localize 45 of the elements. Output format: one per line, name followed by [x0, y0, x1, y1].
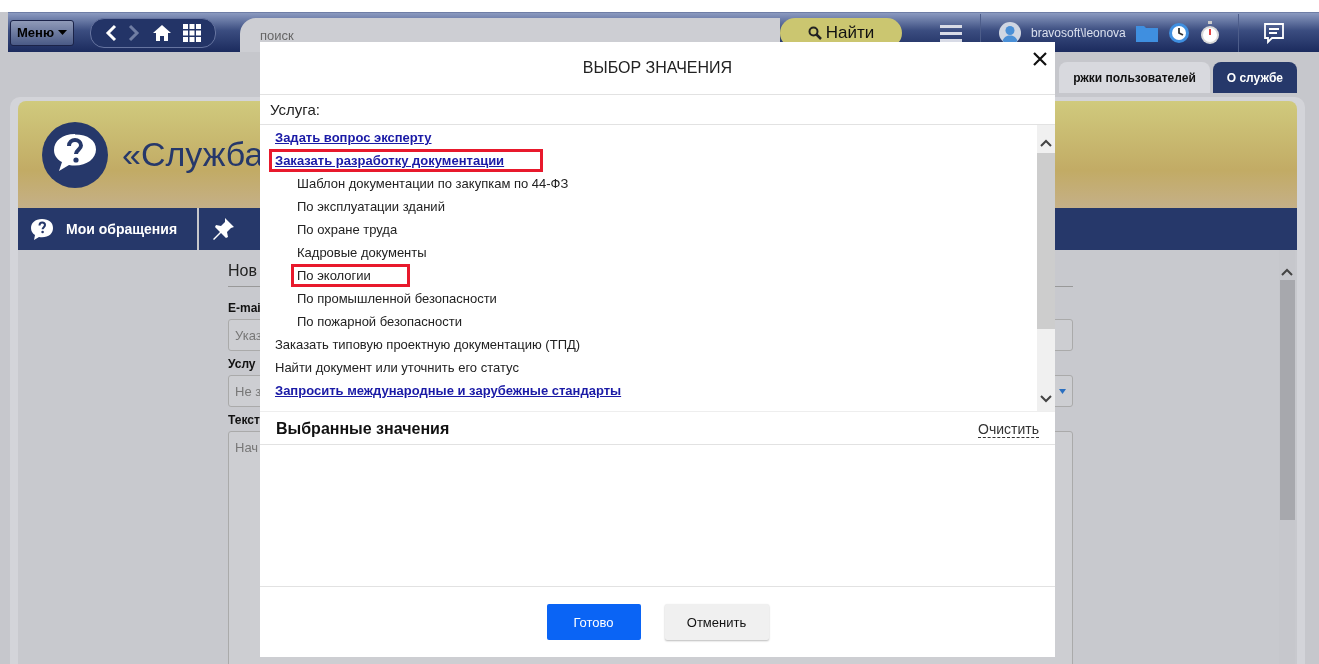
selected-values-title: Выбранные значения [276, 420, 450, 438]
dropdown-arrow-icon[interactable] [1059, 389, 1066, 394]
search-icon [807, 25, 822, 40]
option-item[interactable]: По пожарной безопасности [291, 310, 468, 333]
tab[interactable]: ржки пользователей [1059, 62, 1210, 93]
folder-icon[interactable] [1135, 23, 1158, 42]
clock-icon[interactable] [1167, 21, 1190, 44]
option-item[interactable]: Заказать типовую проектную документацию (ТПД) [269, 333, 587, 356]
pushpin-icon[interactable] [211, 217, 236, 241]
field-label: Услуга: [260, 95, 1055, 125]
option-item[interactable]: По промышленной безопасности [291, 287, 503, 310]
stopwatch-icon[interactable] [1199, 20, 1220, 45]
option-item[interactable]: По эксплуатации зданий [291, 195, 451, 218]
option-item[interactable]: По охране труда [291, 218, 404, 241]
chat-icon[interactable] [1262, 21, 1285, 44]
field-label: Текст [228, 413, 260, 427]
tab[interactable]: О службе [1212, 62, 1297, 93]
user-avatar-icon[interactable] [999, 21, 1021, 44]
cancel-button[interactable]: Отменить [664, 604, 769, 640]
option-item[interactable]: Найти документ или уточнить его статус [269, 356, 525, 379]
home-icon[interactable] [151, 23, 172, 42]
question-bubble-icon [30, 218, 54, 240]
list-scrollbar[interactable] [1037, 125, 1055, 411]
option-item[interactable]: По экологии [291, 264, 410, 287]
search-input[interactable]: поиск [240, 27, 460, 43]
menu-button[interactable]: Меню [10, 19, 74, 46]
menu-icon[interactable] [940, 23, 962, 42]
dialog-title: ВЫБОР ЗНАЧЕНИЯ [260, 42, 1055, 95]
option-link[interactable]: Заказать разработку документации [269, 149, 544, 172]
grid-icon[interactable] [183, 23, 202, 42]
close-icon[interactable] [1033, 52, 1049, 68]
field-label: Услу [228, 357, 257, 371]
service-title: «Служба [122, 135, 264, 174]
caret-icon [58, 29, 67, 36]
clear-link[interactable]: Очистить [978, 420, 1039, 438]
user-name: bravosoft\leonova [1031, 25, 1126, 40]
option-link[interactable]: Задать вопрос эксперту [269, 126, 438, 149]
question-bubble-logo-icon [40, 119, 110, 190]
field-label: E-mai [228, 301, 260, 315]
scroll-up-icon[interactable] [1040, 139, 1052, 147]
scroll-up-icon[interactable] [1281, 268, 1293, 276]
option-link[interactable]: Запросить международные и зарубежные стандарты [269, 379, 628, 402]
scroll-down-icon[interactable] [1040, 395, 1052, 403]
done-button[interactable]: Готово [546, 604, 641, 640]
option-item[interactable]: Шаблон документации по закупкам по 44-ФЗ [291, 172, 575, 195]
